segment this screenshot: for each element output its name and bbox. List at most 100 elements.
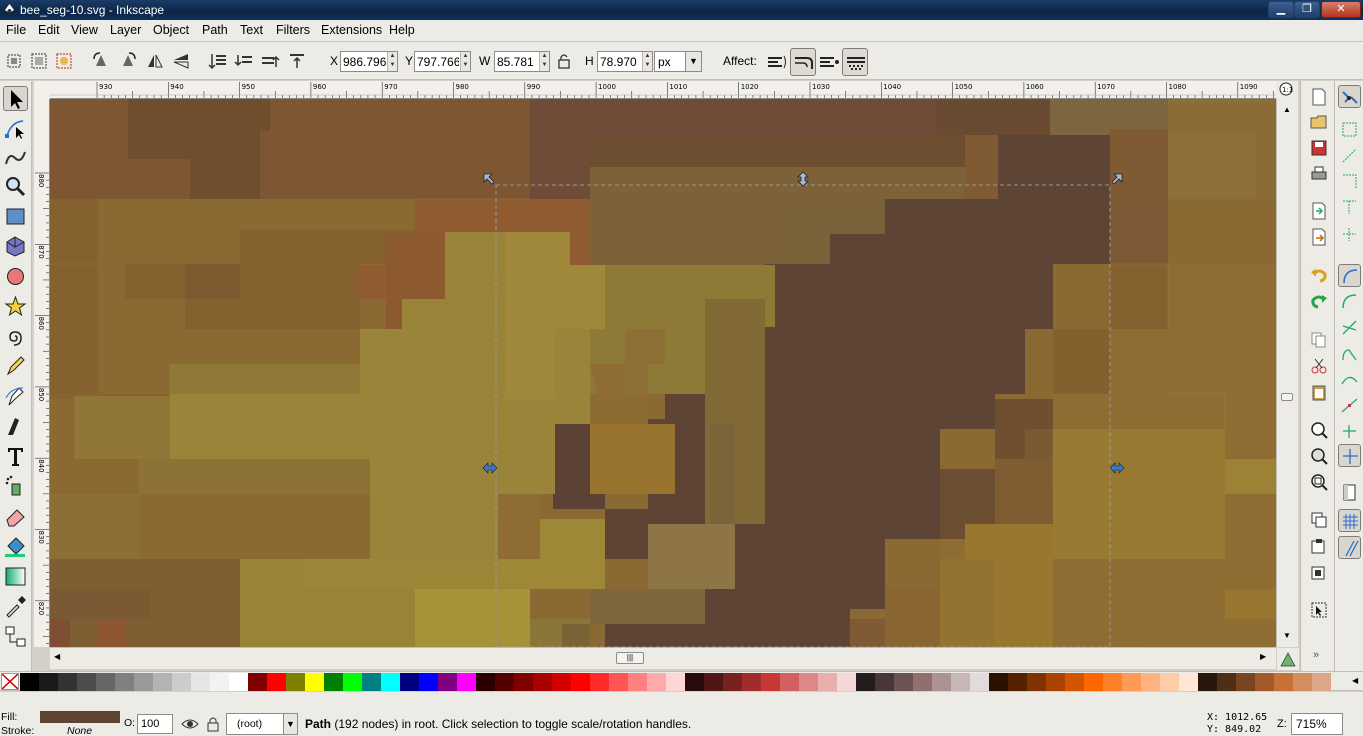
color-manage-icon[interactable] (1277, 648, 1299, 670)
zoom-page-icon[interactable] (1310, 473, 1328, 491)
snap-object-center-button[interactable] (1338, 420, 1361, 443)
h-input[interactable] (598, 52, 641, 71)
palette-swatch[interactable] (609, 673, 628, 691)
lower-icon[interactable] (234, 51, 254, 71)
menu-edit[interactable]: Edit (38, 23, 60, 37)
scroll-up-icon[interactable]: ▲ (1283, 105, 1291, 114)
more-commands-icon[interactable]: » (1313, 649, 1319, 661)
palette-swatch[interactable] (818, 673, 837, 691)
palette-swatch[interactable] (723, 673, 742, 691)
opacity-spinbox[interactable]: 100 (137, 714, 173, 734)
snap-grid-button[interactable] (1338, 509, 1361, 532)
palette-swatch[interactable] (58, 673, 77, 691)
print-icon[interactable] (1310, 165, 1328, 183)
dropper-tool[interactable] (3, 594, 28, 619)
palette-swatch[interactable] (932, 673, 951, 691)
star-tool[interactable] (3, 294, 28, 319)
drawing-canvas[interactable] (50, 99, 1276, 647)
palette-swatch[interactable] (286, 673, 305, 691)
affect-gradients-button[interactable] (816, 48, 842, 76)
scroll-left-icon[interactable]: ◀ (54, 652, 60, 661)
raise-icon[interactable] (260, 51, 280, 71)
palette-swatch[interactable] (533, 673, 552, 691)
undo-icon[interactable] (1310, 266, 1328, 284)
palette-swatch[interactable] (1217, 673, 1236, 691)
palette-swatch[interactable] (77, 673, 96, 691)
selector-tool[interactable] (3, 86, 28, 111)
palette-swatch[interactable] (894, 673, 913, 691)
flip-horizontal-icon[interactable] (145, 51, 165, 71)
palette-swatch[interactable] (1198, 673, 1217, 691)
palette-swatch[interactable] (571, 673, 590, 691)
vertical-scrollbar[interactable]: ▲ ▼ (1276, 99, 1298, 647)
paint-bucket-tool[interactable] (3, 534, 28, 559)
palette-swatch[interactable] (381, 673, 400, 691)
horizontal-scroll-thumb[interactable]: ||| (616, 652, 644, 664)
palette-swatch[interactable] (20, 673, 39, 691)
cut-icon[interactable] (1310, 357, 1328, 375)
palette-swatch[interactable] (115, 673, 134, 691)
snap-guide-button[interactable] (1338, 536, 1361, 559)
palette-swatch[interactable] (1255, 673, 1274, 691)
palette-swatch[interactable] (666, 673, 685, 691)
scroll-right-icon[interactable]: ▶ (1260, 652, 1266, 661)
palette-swatch[interactable] (305, 673, 324, 691)
palette-swatch[interactable] (457, 673, 476, 691)
snap-bbox-midpoint-button[interactable] (1338, 196, 1361, 219)
palette-swatch[interactable] (1160, 673, 1179, 691)
menu-view[interactable]: View (71, 23, 98, 37)
layer-select[interactable]: (root) ▼ (226, 713, 298, 735)
chevron-down-icon[interactable]: ▼ (685, 52, 701, 71)
redo-icon[interactable] (1310, 292, 1328, 310)
palette-swatch[interactable] (856, 673, 875, 691)
palette-swatch[interactable] (1312, 673, 1331, 691)
palette-swatch[interactable] (248, 673, 267, 691)
paste-icon[interactable] (1310, 383, 1328, 401)
palette-swatch[interactable] (742, 673, 761, 691)
node-tool[interactable] (3, 116, 28, 141)
maximize-button[interactable]: ❐ (1294, 1, 1320, 18)
affect-patterns-button[interactable] (842, 48, 868, 76)
y-spinbox[interactable]: ▲▼ (414, 51, 471, 72)
zoom-tool[interactable] (3, 174, 28, 199)
snap-line-midpoint-button[interactable] (1338, 394, 1361, 417)
menu-file[interactable]: File (6, 23, 26, 37)
palette-swatch[interactable] (875, 673, 894, 691)
text-tool[interactable] (3, 444, 28, 469)
open-folder-icon[interactable] (1310, 113, 1328, 131)
scale-handle-left[interactable] (482, 462, 498, 474)
palette-swatch[interactable] (324, 673, 343, 691)
palette-swatch[interactable] (1103, 673, 1122, 691)
palette-swatch[interactable] (419, 673, 438, 691)
palette-swatch[interactable] (628, 673, 647, 691)
snap-path-intersection-button[interactable] (1338, 316, 1361, 339)
horizontal-scrollbar[interactable]: ◀ ||| ▶ (50, 647, 1276, 669)
palette-swatch[interactable] (1122, 673, 1141, 691)
menu-extensions[interactable]: Extensions (321, 23, 382, 37)
pencil-tool[interactable] (3, 354, 28, 379)
palette-swatch[interactable] (1236, 673, 1255, 691)
duplicate-icon[interactable] (1310, 511, 1328, 529)
connector-tool[interactable] (3, 624, 28, 649)
zoom-spinbox[interactable]: 715% (1291, 713, 1343, 735)
h-spinbox[interactable]: ▲▼ (597, 51, 653, 72)
scale-handle-top-left[interactable] (482, 172, 498, 188)
palette-swatch[interactable] (96, 673, 115, 691)
spiral-tool[interactable] (3, 324, 28, 349)
palette-swatch[interactable] (780, 673, 799, 691)
bee-segment-artwork[interactable] (50, 99, 1276, 647)
h-spin-arrows[interactable]: ▲ ▼ (642, 52, 652, 71)
palette-swatch[interactable] (1027, 673, 1046, 691)
fill-color-swatch[interactable] (40, 711, 120, 723)
affect-corners-button[interactable] (790, 48, 816, 76)
select-all-layers-icon[interactable] (29, 51, 49, 71)
palette-swatch[interactable] (552, 673, 571, 691)
x-input[interactable] (341, 52, 386, 71)
scale-handle-top[interactable] (796, 171, 810, 187)
y-input[interactable] (415, 52, 459, 71)
x-spinbox[interactable]: ▲▼ (340, 51, 398, 72)
vertical-scroll-thumb[interactable] (1281, 393, 1293, 401)
snap-paths-button[interactable] (1338, 290, 1361, 313)
palette-menu-icon[interactable]: ◀ (1352, 676, 1358, 685)
palette-swatch[interactable] (476, 673, 495, 691)
